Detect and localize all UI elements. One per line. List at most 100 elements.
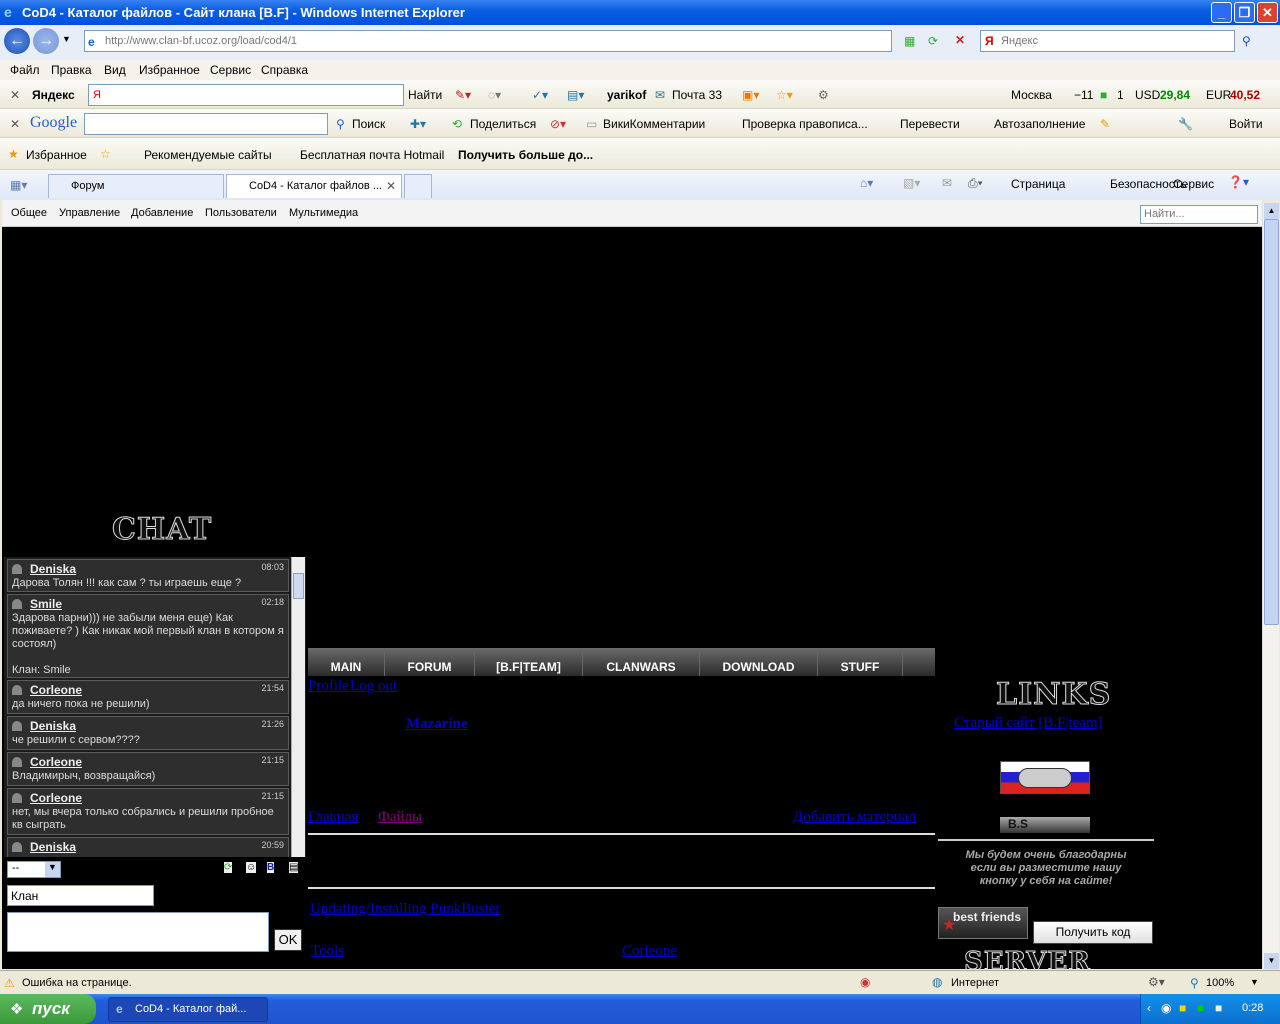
taskbar-ie-task[interactable]: CoD4 - Каталог фай... — [108, 997, 268, 1022]
zoom-level[interactable]: 100% — [1206, 977, 1234, 989]
forward-button[interactable]: → — [33, 28, 59, 54]
chat-select[interactable]: -- ▼ — [7, 861, 61, 878]
favorites-button[interactable]: Избранное — [26, 148, 87, 162]
back-button[interactable]: ← — [4, 28, 30, 54]
temperature[interactable]: −11 — [1074, 88, 1093, 102]
tray-icon[interactable]: ■ — [1197, 1001, 1204, 1015]
plus-icon[interactable]: ✚▾ — [410, 117, 426, 131]
chat-message-input[interactable] — [7, 912, 269, 952]
address-input[interactable]: http://www.clan-bf.ucoz.org/load/cod4/1 — [84, 30, 892, 52]
star-icon[interactable]: ☆▾ — [776, 88, 793, 102]
history-dropdown-icon[interactable]: ▼ — [62, 34, 71, 44]
new-tab-button[interactable] — [404, 174, 432, 198]
warning-icon[interactable]: ⚠ — [4, 976, 15, 990]
logout-link[interactable]: Log out — [350, 678, 397, 695]
spellcheck-button[interactable]: Проверка правописа... — [742, 117, 868, 131]
username[interactable]: yarikof — [607, 88, 646, 102]
privacy-icon[interactable]: ◉ — [860, 975, 870, 989]
scroll-thumb[interactable] — [1264, 219, 1279, 625]
admin-multimedia[interactable]: Мультимедиа — [289, 207, 358, 219]
username-link[interactable]: Mazarine — [406, 716, 468, 733]
nav-forum[interactable]: FORUM — [385, 648, 475, 676]
traffic-level[interactable]: 1 — [1117, 88, 1124, 102]
city[interactable]: Москва — [1011, 88, 1052, 102]
share-button[interactable]: Поделиться — [470, 117, 536, 131]
flag-banner[interactable] — [1000, 761, 1090, 794]
yandex-find-button[interactable]: Найти — [408, 88, 442, 102]
box-icon[interactable]: ▣▾ — [742, 88, 759, 102]
close-tab-icon[interactable]: ✕ — [386, 179, 396, 193]
chat-user[interactable]: Corleone — [12, 755, 82, 769]
admin-manage[interactable]: Управление — [59, 207, 120, 219]
protected-mode-icon[interactable]: ⚙▾ — [1148, 975, 1165, 989]
autofill-button[interactable]: Автозаполнение — [994, 117, 1085, 131]
tray-icon[interactable]: ■ — [1179, 1001, 1186, 1015]
stop-icon[interactable]: ✕ — [955, 33, 965, 47]
site-search-input[interactable]: Найти... — [1140, 205, 1258, 224]
nav-main[interactable]: MAIN — [308, 648, 385, 676]
nav-download[interactable]: DOWNLOAD — [700, 648, 818, 676]
history-icon[interactable]: ▤ — [289, 862, 299, 873]
entry-author-link[interactable]: Corleone — [622, 943, 677, 960]
pen-icon[interactable]: ✎▾ — [455, 88, 471, 102]
bs-banner[interactable]: B.S — [1000, 817, 1090, 833]
search-icon[interactable]: ⚲ — [1242, 34, 1251, 48]
chat-user[interactable]: Corleone — [12, 791, 82, 805]
page-scrollbar[interactable]: ▲ ▼ — [1262, 203, 1279, 969]
minimize-button[interactable]: _ — [1211, 2, 1232, 23]
mail-link[interactable]: Почта 33 — [672, 88, 722, 102]
breadcrumb-files[interactable]: Файлы — [378, 809, 422, 826]
entry-title-link[interactable]: Updating/Installing PunkBuster — [310, 901, 500, 918]
tray-icon[interactable]: ■ — [1215, 1001, 1222, 1015]
popup-blocker-icon[interactable]: ⊘▾ — [550, 117, 566, 131]
nav-stuff[interactable]: STUFF — [818, 648, 903, 676]
chat-scrollbar[interactable] — [291, 557, 305, 857]
eur-rate[interactable]: 40,52 — [1230, 88, 1260, 102]
close-google-toolbar-icon[interactable]: ✕ — [10, 117, 20, 131]
chat-send-button[interactable]: OK — [274, 929, 302, 951]
translate-icon[interactable]: ▤▾ — [567, 88, 584, 102]
add-material-link[interactable]: Добавить материал — [793, 809, 916, 826]
menu-file[interactable]: Файл — [10, 63, 40, 77]
home-icon[interactable]: ⌂▾ — [860, 176, 873, 190]
close-button[interactable]: ✕ — [1257, 2, 1278, 23]
menu-tools[interactable]: Сервис — [210, 63, 251, 77]
menu-view[interactable]: Вид — [104, 63, 126, 77]
admin-add[interactable]: Добавление — [131, 207, 193, 219]
zoom-dropdown-icon[interactable]: ▼ — [1250, 977, 1259, 987]
steam-icon[interactable]: ◉ — [1161, 1001, 1171, 1015]
add-favorite-icon[interactable]: ☆ — [100, 147, 111, 161]
translate-button[interactable]: Перевести — [900, 117, 960, 131]
more-addons[interactable]: Получить больше до... — [458, 148, 593, 162]
google-search-input[interactable] — [84, 113, 328, 135]
help-icon[interactable]: ❓▾ — [1228, 175, 1249, 189]
spellcheck-icon[interactable]: ✓▾ — [532, 88, 548, 102]
entry-category-link[interactable]: Tools — [311, 943, 344, 960]
compat-icon[interactable]: ▦ — [904, 34, 915, 48]
chat-user[interactable]: Corleone — [12, 683, 82, 697]
signin-button[interactable]: Войти — [1229, 117, 1263, 131]
google-search-button[interactable]: Поиск — [352, 117, 385, 131]
maximize-button[interactable]: ❐ — [1234, 2, 1255, 23]
breadcrumb-home[interactable]: Главная — [308, 809, 358, 826]
print-icon[interactable]: ⎙▾ — [968, 176, 983, 191]
tray-expand-icon[interactable]: ‹ — [1147, 1001, 1151, 1015]
wrench-icon[interactable]: 🔧 — [1178, 117, 1193, 131]
tools-menu[interactable]: Сервис — [1173, 177, 1214, 191]
chat-scroll-thumb[interactable] — [293, 573, 304, 599]
get-code-button[interactable]: Получить код — [1033, 921, 1153, 944]
menu-favorites[interactable]: Избранное — [139, 63, 200, 77]
wiki-button[interactable]: ВикиКомментарии — [603, 117, 705, 131]
menu-help[interactable]: Справка — [261, 63, 308, 77]
security-zone[interactable]: Интернет — [951, 977, 999, 989]
old-site-link[interactable]: Старый сайт [B.F|team] — [954, 715, 1103, 732]
refresh-icon[interactable]: ⟳ — [928, 34, 938, 48]
scroll-up-icon[interactable]: ▲ — [1264, 203, 1279, 219]
close-toolbar-icon[interactable]: ✕ — [10, 88, 20, 102]
yandex-brand[interactable]: Яндекс — [32, 88, 75, 102]
smile-icon[interactable]: ☺ — [246, 862, 257, 873]
refresh-chat-icon[interactable]: ⟳ — [224, 862, 233, 873]
hotmail-link[interactable]: Бесплатная почта Hotmail — [300, 148, 444, 162]
search-input[interactable]: Яндекс — [980, 30, 1235, 52]
usd-rate[interactable]: 29,84 — [1160, 88, 1190, 102]
